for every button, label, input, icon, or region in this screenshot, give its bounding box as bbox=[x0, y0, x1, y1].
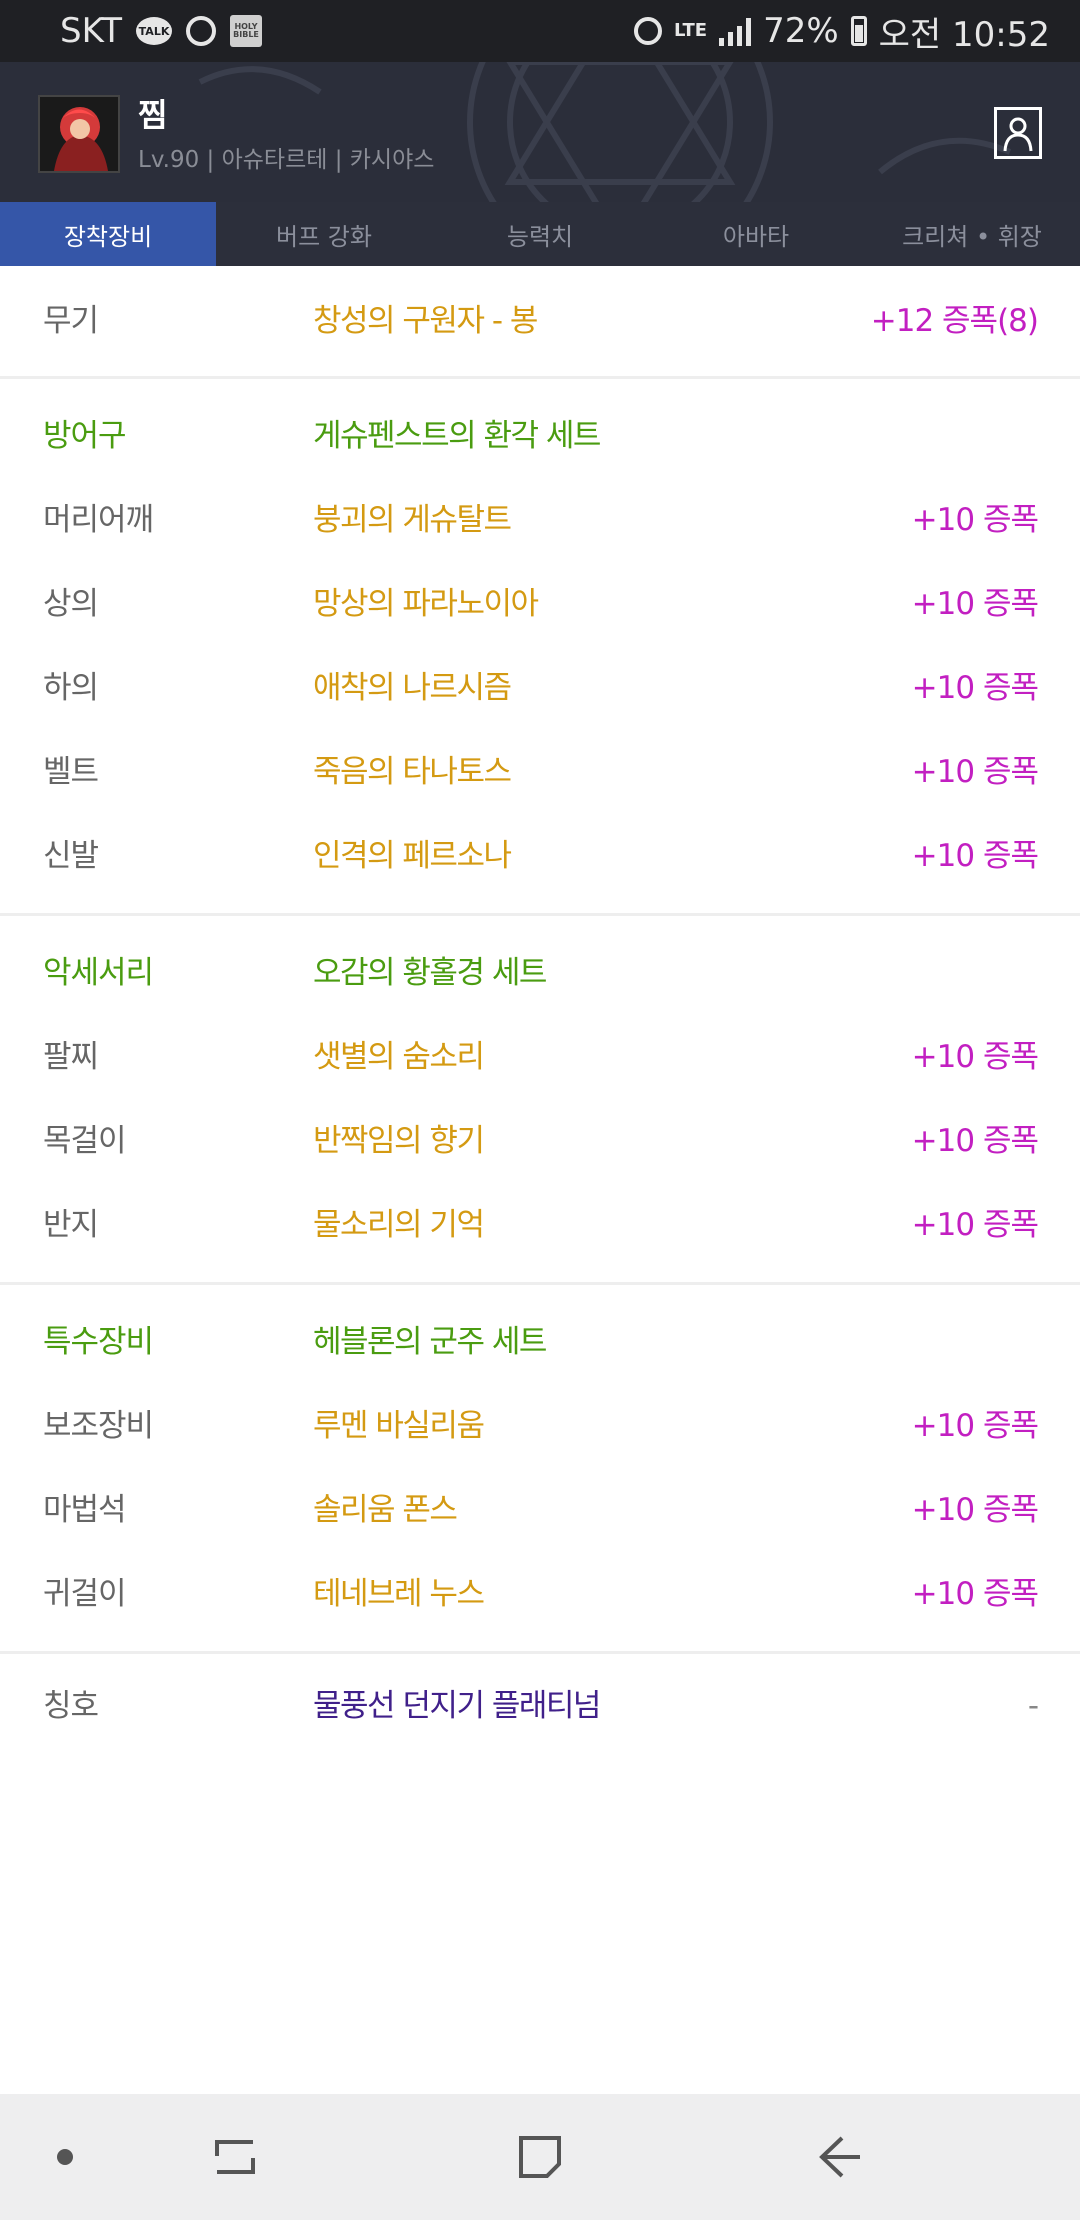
equipment-list: 무기 창성의 구원자 - 봉 +12 증폭(8) 방어구 게슈펜스트의 환각 세… bbox=[0, 266, 1080, 1758]
list-item[interactable]: 목걸이 반짝임의 향기 +10 증폭 bbox=[0, 1099, 1080, 1183]
character-header: 찜 Lv.90 | 아슈타르테 | 카시야스 bbox=[0, 62, 1080, 202]
item-name: 애착의 나르시즘 bbox=[313, 670, 512, 706]
status-right: LTE 72% 오전 10:52 bbox=[633, 7, 1050, 56]
slot-label: 귀걸이 bbox=[43, 1576, 127, 1612]
back-button[interactable] bbox=[805, 2094, 875, 2220]
item-name: 붕괴의 게슈탈트 bbox=[313, 502, 512, 538]
battery-icon bbox=[850, 16, 867, 46]
back-arrow-icon bbox=[819, 2136, 860, 2178]
list-item[interactable]: 상의 망상의 파라노이아 +10 증폭 bbox=[0, 562, 1080, 646]
section-label: 방어구 bbox=[43, 418, 127, 454]
user-profile-icon bbox=[1003, 117, 1033, 152]
signal-icon bbox=[719, 16, 752, 46]
battery-percent: 72% bbox=[763, 11, 839, 51]
tab-buff-enhance[interactable]: 버프 강화 bbox=[216, 202, 432, 266]
set-name: 헤블론의 군주 세트 bbox=[313, 1324, 547, 1360]
item-name: 죽음의 타나토스 bbox=[313, 754, 512, 790]
tab-equipment[interactable]: 장착장비 bbox=[0, 202, 216, 266]
slot-label: 반지 bbox=[43, 1207, 99, 1243]
slot-label: 보조장비 bbox=[43, 1408, 154, 1444]
section-label: 악세서리 bbox=[43, 955, 154, 991]
list-item[interactable]: 팔찌 샛별의 숨소리 +10 증폭 bbox=[0, 1015, 1080, 1099]
slot-label: 상의 bbox=[43, 586, 99, 622]
slot-label: 머리어깨 bbox=[43, 502, 154, 538]
system-nav-bar bbox=[0, 2094, 1080, 2220]
status-bar: SKT TALK HOLY BIBLE LTE 72% 오전 10:52 bbox=[0, 0, 1080, 62]
section-label: 특수장비 bbox=[43, 1324, 154, 1360]
enhance-level: +10 증폭 bbox=[911, 1039, 1039, 1075]
app-notification-icon bbox=[186, 16, 217, 46]
profile-button[interactable] bbox=[994, 107, 1042, 159]
enhance-level: +12 증폭(8) bbox=[870, 303, 1039, 339]
set-name: 게슈펜스트의 환각 세트 bbox=[313, 418, 601, 454]
list-item[interactable]: 머리어깨 붕괴의 게슈탈트 +10 증폭 bbox=[0, 478, 1080, 562]
enhance-level: +10 증폭 bbox=[911, 754, 1039, 790]
item-name: 물풍선 던지기 플래티넘 bbox=[313, 1688, 601, 1724]
character-name: 찜 bbox=[138, 96, 168, 134]
slot-label: 목걸이 bbox=[43, 1123, 127, 1159]
character-info: Lv.90 | 아슈타르테 | 카시야스 bbox=[138, 147, 435, 173]
weapon-row[interactable]: 무기 창성의 구원자 - 봉 +12 증폭(8) bbox=[0, 266, 1080, 376]
item-name: 창성의 구원자 - 봉 bbox=[313, 303, 538, 339]
title-row[interactable]: 칭호 물풍선 던지기 플래티넘 - bbox=[0, 1654, 1080, 1758]
item-name: 인격의 페르소나 bbox=[313, 838, 512, 874]
list-item[interactable]: 신발 인격의 페르소나 +10 증폭 bbox=[0, 814, 1080, 898]
enhance-level: - bbox=[1027, 1688, 1039, 1724]
tab-stats[interactable]: 능력치 bbox=[432, 202, 648, 266]
list-item[interactable]: 마법석 솔리움 폰스 +10 증폭 bbox=[0, 1468, 1080, 1552]
tab-bar: 장착장비 버프 강화 능력치 아바타 크리쳐 • 휘장 bbox=[0, 202, 1080, 266]
item-name: 샛별의 숨소리 bbox=[313, 1039, 485, 1075]
armor-section-header: 방어구 게슈펜스트의 환각 세트 bbox=[0, 394, 1080, 478]
tab-creature-emblem[interactable]: 크리쳐 • 휘장 bbox=[864, 202, 1080, 266]
item-name: 물소리의 기억 bbox=[313, 1207, 485, 1243]
list-item[interactable]: 귀걸이 테네브레 누스 +10 증폭 bbox=[0, 1552, 1080, 1636]
special-section-header: 특수장비 헤블론의 군주 세트 bbox=[0, 1300, 1080, 1384]
enhance-level: +10 증폭 bbox=[911, 1207, 1039, 1243]
nav-dot-button[interactable] bbox=[40, 2094, 90, 2220]
list-item[interactable]: 반지 물소리의 기억 +10 증폭 bbox=[0, 1183, 1080, 1267]
home-button[interactable] bbox=[505, 2094, 575, 2220]
recent-apps-button[interactable] bbox=[200, 2094, 270, 2220]
list-item[interactable]: 보조장비 루멘 바실리움 +10 증폭 bbox=[0, 1384, 1080, 1468]
bible-app-icon: HOLY BIBLE bbox=[230, 15, 263, 47]
slot-label: 팔찌 bbox=[43, 1039, 99, 1075]
tab-avatar[interactable]: 아바타 bbox=[648, 202, 864, 266]
enhance-level: +10 증폭 bbox=[911, 1576, 1039, 1612]
recent-apps-icon bbox=[215, 2140, 255, 2174]
slot-label: 하의 bbox=[43, 670, 99, 706]
enhance-level: +10 증폭 bbox=[911, 502, 1039, 538]
slot-label: 칭호 bbox=[43, 1688, 99, 1724]
item-name: 솔리움 폰스 bbox=[313, 1492, 458, 1528]
status-left: SKT TALK HOLY BIBLE bbox=[60, 11, 263, 51]
list-item[interactable]: 벨트 죽음의 타나토스 +10 증폭 bbox=[0, 730, 1080, 814]
home-icon bbox=[519, 2136, 561, 2178]
clock: 오전 10:52 bbox=[878, 14, 1050, 55]
network-type: LTE bbox=[673, 20, 708, 41]
accessory-section-header: 악세서리 오감의 황홀경 세트 bbox=[0, 931, 1080, 1015]
list-item[interactable]: 하의 애착의 나르시즘 +10 증폭 bbox=[0, 646, 1080, 730]
item-name: 루멘 바실리움 bbox=[313, 1408, 485, 1444]
set-name: 오감의 황홀경 세트 bbox=[313, 955, 547, 991]
enhance-level: +10 증폭 bbox=[911, 1408, 1039, 1444]
slot-label: 무기 bbox=[43, 303, 99, 339]
slot-label: 마법석 bbox=[43, 1492, 127, 1528]
item-name: 망상의 파라노이아 bbox=[313, 586, 539, 622]
slot-label: 벨트 bbox=[43, 754, 99, 790]
enhance-level: +10 증폭 bbox=[911, 1492, 1039, 1528]
carrier-label: SKT bbox=[60, 11, 123, 51]
enhance-level: +10 증폭 bbox=[911, 1123, 1039, 1159]
slot-label: 신발 bbox=[43, 838, 99, 874]
enhance-level: +10 증폭 bbox=[911, 586, 1039, 622]
enhance-level: +10 증폭 bbox=[911, 838, 1039, 874]
item-name: 반짝임의 향기 bbox=[313, 1123, 485, 1159]
avatar[interactable] bbox=[38, 95, 120, 173]
character-portrait-icon bbox=[40, 97, 118, 171]
dot-icon bbox=[57, 2149, 73, 2165]
alarm-icon bbox=[633, 17, 662, 45]
enhance-level: +10 증폭 bbox=[911, 670, 1039, 706]
kakaotalk-icon: TALK bbox=[136, 17, 173, 45]
item-name: 테네브레 누스 bbox=[313, 1576, 485, 1612]
